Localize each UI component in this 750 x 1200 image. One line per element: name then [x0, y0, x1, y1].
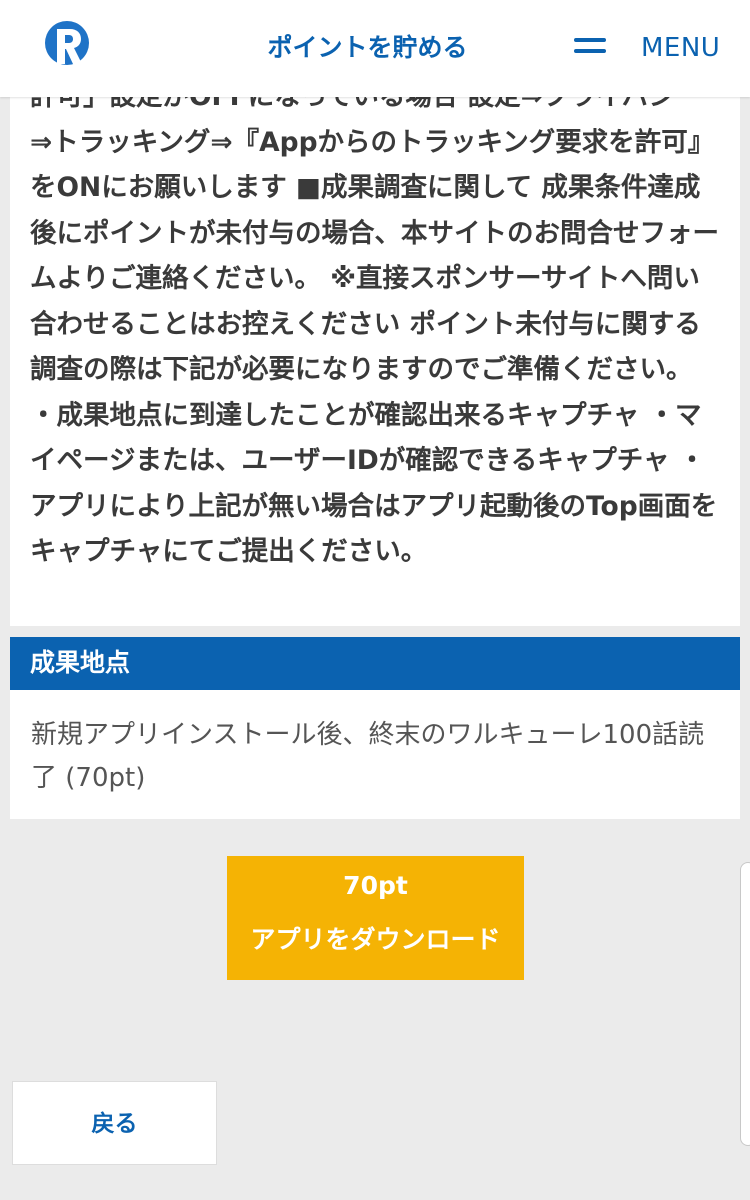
back-button-label: 戻る	[91, 1111, 138, 1137]
cta-label: アプリをダウンロード	[250, 925, 501, 954]
r-logo-icon[interactable]	[40, 20, 94, 68]
download-app-button[interactable]: 70pt アプリをダウンロード	[227, 856, 524, 980]
menu-button[interactable]: MENU	[641, 28, 720, 68]
goal-text: 新規アプリインストール後、終末のワルキューレ100話読了 (70pt)	[31, 720, 705, 793]
goal-card: 新規アプリインストール後、終末のワルキューレ100話読了 (70pt)	[10, 690, 740, 819]
cta-points: 70pt	[343, 871, 408, 900]
section-title: 成果地点	[30, 648, 131, 677]
app-header: ポイントを貯める MENU	[0, 0, 750, 97]
description-text: 許可」設定がOFFになっている場合 設定⇒プライバシー⇒トラッキング⇒『Appか…	[30, 81, 719, 567]
page-title: ポイントを貯める	[267, 33, 468, 62]
back-button[interactable]: 戻る	[12, 1081, 217, 1165]
section-header: 成果地点	[10, 637, 740, 690]
scroll-handle[interactable]	[740, 862, 750, 1146]
description-card: 許可」設定がOFFになっている場合 設定⇒プライバシー⇒トラッキング⇒『Appか…	[10, 80, 740, 626]
hamburger-icon[interactable]	[574, 38, 606, 54]
